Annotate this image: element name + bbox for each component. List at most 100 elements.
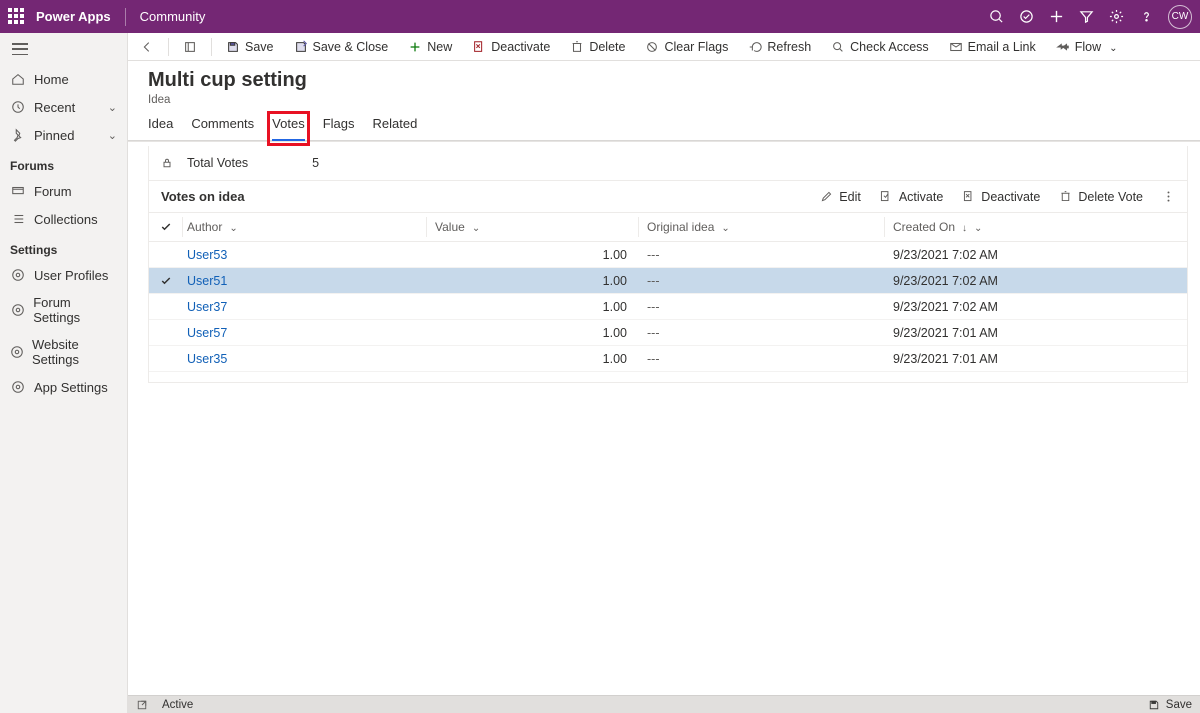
nav-user-profiles-label: User Profiles	[34, 268, 108, 283]
nav-forum-settings[interactable]: Forum Settings	[0, 289, 127, 331]
more-vertical-icon	[1161, 190, 1175, 204]
deactivate-button[interactable]: Deactivate	[464, 36, 558, 58]
cell-value: 1.00	[427, 352, 639, 366]
record-header: Multi cup setting Idea	[128, 61, 1200, 106]
total-votes-value: 5	[312, 156, 319, 170]
delete-button[interactable]: Delete	[562, 36, 633, 58]
plus-icon	[408, 40, 422, 54]
add-icon[interactable]	[1048, 9, 1064, 25]
clear-flags-button[interactable]: Clear Flags	[637, 36, 736, 58]
nav-forum-label: Forum	[34, 184, 72, 199]
cell-created-on: 9/23/2021 7:01 AM	[885, 326, 1129, 340]
delete-icon	[570, 40, 584, 54]
flow-button-label: Flow	[1075, 40, 1101, 54]
nav-recent[interactable]: Recent ⌄	[0, 93, 127, 121]
nav-app-settings[interactable]: App Settings	[0, 373, 127, 401]
subgrid-activate-label: Activate	[899, 190, 943, 204]
subgrid-deactivate-button[interactable]: Deactivate	[961, 190, 1040, 204]
settings-icon[interactable]	[1108, 9, 1124, 25]
subgrid-activate-button[interactable]: Activate	[879, 190, 943, 204]
back-button[interactable]	[132, 36, 162, 58]
nav-collections-label: Collections	[34, 212, 98, 227]
table-row[interactable]: User37 1.00---9/23/2021 7:02 AM	[149, 294, 1187, 320]
table-row[interactable]: User531.00---9/23/2021 7:02 AM	[149, 242, 1187, 268]
author-link[interactable]: User37	[187, 300, 227, 314]
nav-forum[interactable]: Forum	[0, 177, 127, 205]
table-row[interactable]: User511.00---9/23/2021 7:02 AM	[149, 268, 1187, 294]
pin-icon	[10, 127, 26, 143]
nav-website-settings-label: Website Settings	[32, 337, 117, 367]
tab-flags[interactable]: Flags	[323, 116, 355, 141]
author-link[interactable]: User35	[187, 352, 227, 366]
subgrid-more-button[interactable]	[1161, 190, 1175, 204]
column-header-original-idea[interactable]: Original idea	[639, 217, 885, 237]
author-link[interactable]: User53	[187, 248, 227, 262]
nav-app-settings-label: App Settings	[34, 380, 108, 395]
cell-value: 1.00	[427, 300, 639, 314]
help-icon[interactable]	[1138, 9, 1154, 25]
assistant-icon[interactable]	[1018, 9, 1034, 25]
cell-created-on: 9/23/2021 7:01 AM	[885, 352, 1129, 366]
subgrid-delete-vote-button[interactable]: Delete Vote	[1058, 190, 1143, 204]
cell-original-idea: ---	[639, 274, 885, 288]
home-icon	[10, 71, 26, 87]
open-record-set-button[interactable]	[175, 36, 205, 58]
row-checkbox[interactable]	[149, 275, 183, 287]
nav-website-settings[interactable]: Website Settings	[0, 331, 127, 373]
flow-button[interactable]: Flow	[1048, 36, 1126, 58]
column-header-created-on[interactable]: Created On	[885, 217, 1129, 237]
save-button-label: Save	[245, 40, 274, 54]
trash-icon	[1058, 190, 1072, 204]
deactivate-icon	[961, 190, 975, 204]
tab-related[interactable]: Related	[373, 116, 418, 141]
refresh-button[interactable]: Refresh	[740, 36, 819, 58]
popout-icon[interactable]	[136, 699, 148, 711]
nav-home[interactable]: Home	[0, 65, 127, 93]
refresh-icon	[748, 40, 762, 54]
user-avatar[interactable]: CW	[1168, 5, 1192, 29]
author-link[interactable]: User57	[187, 326, 227, 340]
footer-save-label[interactable]: Save	[1166, 699, 1192, 711]
grid-body: User531.00---9/23/2021 7:02 AMUser511.00…	[149, 242, 1187, 372]
tab-idea[interactable]: Idea	[148, 116, 173, 141]
tab-votes[interactable]: Votes	[272, 116, 305, 141]
nav-user-profiles[interactable]: User Profiles	[0, 261, 127, 289]
tab-comments[interactable]: Comments	[191, 116, 254, 141]
column-header-author[interactable]: Author	[183, 217, 427, 237]
filter-icon[interactable]	[1078, 9, 1094, 25]
section-settings: Settings	[0, 233, 127, 261]
nav-forum-settings-label: Forum Settings	[33, 295, 117, 325]
cell-created-on: 9/23/2021 7:02 AM	[885, 300, 1129, 314]
app-launcher-icon[interactable]	[8, 8, 26, 26]
forum-icon	[10, 183, 26, 199]
footer-save-icon[interactable]	[1148, 699, 1160, 711]
subgrid-edit-label: Edit	[839, 190, 861, 204]
table-row[interactable]: User351.00---9/23/2021 7:01 AM	[149, 346, 1187, 372]
email-link-button[interactable]: Email a Link	[941, 36, 1044, 58]
gear-icon	[10, 267, 26, 283]
nav-collections[interactable]: Collections	[0, 205, 127, 233]
column-header-value[interactable]: Value	[427, 217, 639, 237]
save-close-button[interactable]: Save & Close	[286, 36, 397, 58]
search-icon[interactable]	[988, 9, 1004, 25]
context-name[interactable]: Community	[140, 9, 206, 24]
subgrid-delete-vote-label: Delete Vote	[1078, 190, 1143, 204]
subgrid-edit-button[interactable]: Edit	[819, 190, 861, 204]
author-link[interactable]: User51	[187, 274, 227, 288]
check-access-button[interactable]: Check Access	[823, 36, 937, 58]
check-access-button-label: Check Access	[850, 40, 929, 54]
email-icon	[949, 40, 963, 54]
save-close-icon	[294, 40, 308, 54]
nav-collapse-toggle[interactable]	[0, 33, 127, 65]
select-all-checkbox[interactable]	[149, 217, 183, 237]
chevron-down-icon: ⌄	[108, 101, 117, 114]
save-button[interactable]: Save	[218, 36, 282, 58]
cell-original-idea: ---	[639, 300, 885, 314]
nav-pinned[interactable]: Pinned ⌄	[0, 121, 127, 149]
table-row[interactable]: User571.00---9/23/2021 7:01 AM	[149, 320, 1187, 346]
new-button[interactable]: New	[400, 36, 460, 58]
new-button-label: New	[427, 40, 452, 54]
command-bar: Save Save & Close New Deactivate Delete …	[128, 33, 1200, 61]
top-app-bar: Power Apps Community CW	[0, 0, 1200, 33]
cell-value: 1.00	[427, 274, 639, 288]
